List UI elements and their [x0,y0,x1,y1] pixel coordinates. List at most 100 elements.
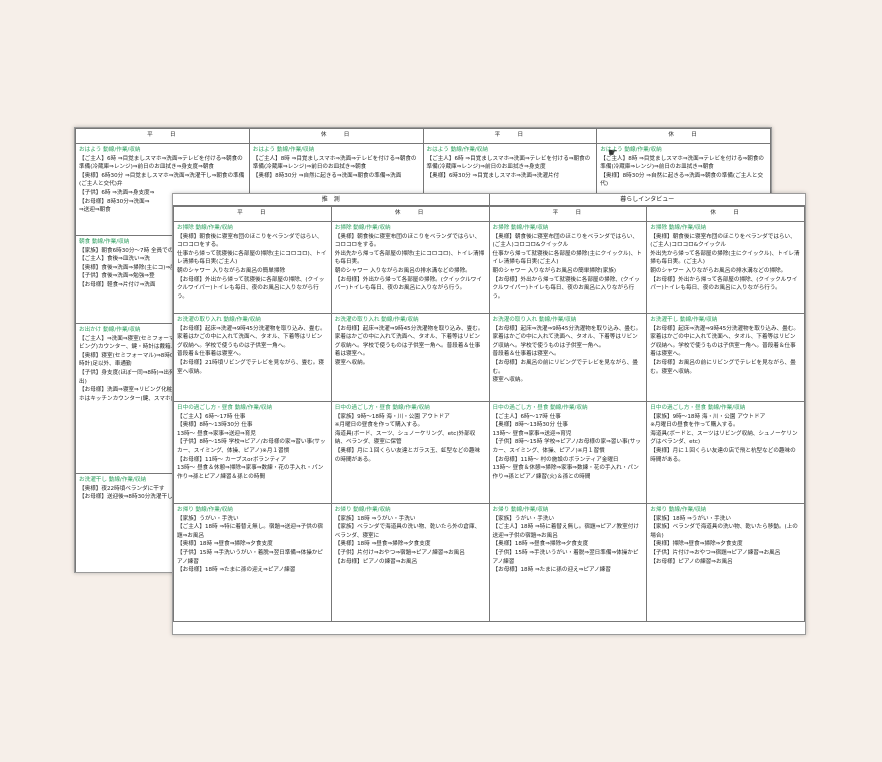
cell-text: 【子供】片付け⇒おやつ⇒宿題⇒ピアノ練習⇒お風呂 [650,549,781,556]
front-column-header: 平 日 [173,206,332,222]
cell-text: 【お母様】起床⇒洗濯⇒9時45分洗濯物を取り込み、畳む。家着はかごの中に入れて洗… [177,325,326,349]
cell-text: 【ご主人】18時 ⇒特に着替え無し。宿題⇒送迎⇒子供の宿題⇒お風呂 [177,524,324,539]
cell-text: 朝のシャワー 入りながらお風呂の排水溝などの掃除。 [334,267,471,274]
section-heading: お洗濯干し 動線/作業/収納 [650,317,718,323]
section-heading: お掃除 動線/作業/収納 [334,225,391,231]
front-table-body: お掃除 動線/作業/収納【奥様】朝食後に寝室布団のほこりをベランダではらい、コロ… [173,221,805,622]
cell-text: 【奥様】18時 ⇒昼食⇒掃除⇒夕食支度 [177,541,273,548]
cell-text: 【ご主人】18時 ⇒特に着替え無し。宿題⇒ピアノ教室付け送迎⇒子供の宿題⇒お風呂 [492,524,639,539]
cell-text: 13時～ 昼食⇒家事⇒送迎⇒育児 [492,430,572,437]
back-header-row: 平 日休 日平 日休 日 [75,128,771,144]
front-document-sheet: 推 測 暮らしインタビュー 平 日休 日平 日休 日 お掃除 動線/作業/収納【… [172,193,806,635]
section-heading: お洗濯の取り入れ 動線/作業/収納 [492,317,577,323]
cell-text: 【奥様】朝食後に寝室布団のほこりをベランダではらい、(ご主人)コロコロ&クイック… [492,233,638,249]
section-heading: お帰り 動線/作業/収納 [177,507,233,513]
section-heading: お帰り 動線/作業/収納 [334,507,391,513]
front-header-row: 平 日休 日平 日休 日 [173,206,805,222]
section-heading: 日中の過ごし方・昼食 動線/作業/収納 [177,405,273,411]
section-heading: お掃除 動線/作業/収納 [650,225,707,231]
section-heading: おはよう 動線/作業/収納 [252,147,315,153]
cell-text: 朝のシャワー 入りながらお風呂の排水溝などの掃除。 [650,267,787,274]
cell-text: 【奥様】6時30分 ⇒目覚ましスマホ⇒洗面⇒洗濯片付 [426,172,560,179]
cell-text: 朝のシャワー 入りながらお風呂の簡単掃除 [177,267,286,274]
cell-text: 【奥様】朝食後に寝室布団のほこりをベランダではらい、コロコロをする。 [177,233,323,249]
section-heading: お掃除 動線/作業/収納 [492,225,549,231]
cell-text: 【ご主人】6時～17時 仕事 [177,413,246,420]
cell-text: 【お母様】起床⇒洗濯⇒9時45分洗濯物を取り込み、畳む。家着はかごの中に入れて洗… [492,325,642,349]
back-column-header: 平 日 [422,128,598,144]
front-column-header: 休 日 [330,206,490,222]
section-heading: お帰り 動線/作業/収納 [650,507,707,513]
cell-text: 【お母様】お風呂の前にリビングでテレビを見ながら、畳む。 [492,359,638,375]
cell-text: 【お母様】外出から帰って各部屋の掃除。(クイックルワイパー)トイレも毎日、夜のお… [334,276,482,292]
cell-text: 【お母様】11時～ 村の施設のボランティア金曜日 [492,456,619,463]
front-schedule-table: 平 日休 日平 日休 日 お掃除 動線/作業/収納【奥様】朝食後に寝室布団のほこ… [173,206,805,622]
section-heading: お帰り 動線/作業/収納 [492,507,549,513]
cell-text: 【子供】15時 ⇒手洗いうがい・着脱⇒翌日準備⇒体操かピアノ練習 [492,549,639,565]
cell-text: 仕事から帰って就寝後に各部屋の掃除(主にクイックル)、トイレ清掃も毎日実(ご主人… [492,250,642,266]
caption-estimate: 推 測 [173,194,490,206]
cell-text: 【家族】9時～18時 海・川・公園 アウトドア [650,413,766,420]
cell-text: 【お母様】21時頃リビングでテレビを見ながら、畳む。寝室へ収納。 [177,359,324,375]
cell-text: 【ご主人】8時 ⇒目覚ましスマホ⇒洗面⇒テレビを付ける⇒朝食の準備(冷蔵庫⇒レン… [252,155,417,171]
section-heading: お掃除 動線/作業/収納 [177,225,233,231]
cell-text: 【家族】ベランダで海道具の洗い物、乾いたら移動。(上の場合) [650,524,798,539]
cell-text: 【お母様】外出から帰って就寝後に各部屋の掃除、(クイックルワイパー)トイレも毎日… [177,276,325,300]
cell-text: 寝室へ収納。 [334,359,369,366]
back-column-header: 休 日 [248,128,424,144]
cell-text: 【家族】18時 ⇒うがい・手洗い [334,515,416,522]
cell-text: 【奥様】8時～13時30分 仕事 [492,422,569,429]
cell-text: 【子供】片付け⇒おやつ⇒宿題⇒ピアノ練習⇒お風呂 [334,549,465,556]
cell-text: 海道具(ボードと、スーツはリビング収納、シュノーケリングはベランダ、etc) [650,430,798,446]
cell-text: 朝のシャワー 入りながらお風呂の簡単掃除(家族) [492,267,617,274]
cell-text: 【奥様】8時～13時30分 仕事 [177,422,253,429]
table-cell: お帰り 動線/作業/収納【家族】18時 ⇒うがい・手洗い【家族】ベランダで海道具… [646,503,805,622]
cell-text: 海道具(ボード、スーツ、シュノーケリング、etc)外部収納、ベランダ、寝室に保管 [334,430,476,446]
cell-text: 【子供】8時～15時 学校⇒ピアノ/お母様の家⇒習い事(サッカー、スイミング、体… [177,439,326,454]
table-cell: お帰り 動線/作業/収納 【家族】うがい・手洗い 【ご主人】18時 ⇒特に着替え無し… [488,503,648,622]
table-cell: お洗濯干し 動線/作業/収納 【お母様】起床⇒洗濯⇒9時45分洗濯物を取り込み、畳… [646,313,805,402]
section-heading: 日中の過ごし方・昼食 動線/作業/収納 [334,405,430,411]
table-cell: お洗濯の取り入れ 動線/作業/収納【お母様】起床⇒洗濯⇒9時45分洗濯物を取り込… [488,313,648,402]
section-heading: 日中の過ごし方・昼食 動線/作業/収納 [650,405,746,411]
section-heading: おはよう 動線/作業/収納 [79,147,141,153]
cell-text: 【奥様】18時 ⇒昼食⇒掃除⇒夕食支度 [492,541,589,548]
table-cell: お掃除 動線/作業/収納【奥様】朝食後に寝室布団のほこりをベランダではらい、コロ… [173,221,332,314]
table-row: お帰り 動線/作業/収納 【家族】うがい・手洗い 【ご主人】18時 ⇒特に着替え無し… [173,503,805,622]
table-cell: お掃除 動線/作業/収納【奥様】朝食後に寝室布団のほこりをベランダではらい、(ご… [488,221,648,314]
front-column-header: 平 日 [488,206,648,222]
mouse-cursor-icon: ☛ [608,146,618,159]
cell-text: 【家族】18時 ⇒うがい・手洗い [650,515,731,522]
table-row: お洗濯の取り入れ 動線/作業/収納【お母様】起床⇒洗濯⇒9時45分洗濯物を取り込… [173,313,805,402]
table-cell: お掃除 動線/作業/収納【奥様】朝食後に寝室布団のほこりをベランダではらい、(ご… [646,221,805,314]
table-row: 日中の過ごし方・昼食 動線/作業/収納 【ご主人】6時～17時 仕事 【奥様】8時～… [173,401,805,504]
cell-text: 【家族】うがい・手洗い [177,515,239,522]
table-cell: 日中の過ごし方・昼食 動線/作業/収納 【家族】9時～18時 海・川・公園 アウト… [330,401,490,504]
cell-text: 【ご主人】6時 ⇒目覚ましスマホ⇒洗面⇒テレビを付ける⇒朝食の準備(冷蔵庫⇒レン… [79,155,243,171]
caption-interview: 暮らしインタビュー [489,194,805,206]
back-column-header: 平 日 [75,128,250,144]
cell-text: 外出先から帰って各部屋の掃除(主にコロコロ)、トイレ清掃も毎日実。 [334,250,485,266]
cell-text: 13時～ 昼食＆休憩⇒掃除⇒家事⇒数練・花の手入れ・パン作り⇒孫とピアノ練習(火… [492,465,639,480]
cell-text: 【奥様】8時30分 ⇒自然に起きる⇒洗面⇒朝食の準備(ご主人と交代) [600,172,764,188]
table-cell: お帰り 動線/作業/収納 【家族】うがい・手洗い【ご主人】18時 ⇒特に着替え無し… [173,503,332,622]
section-heading: おはよう 動線/作業/収納 [600,147,662,153]
cell-text: ※月曜日の昼食を作って購入する。 [334,422,424,429]
cell-text: 【お母様】18時 ⇒たまに孫の迎え⇒ピアノ練習 [177,567,296,574]
cell-text: 13時～ 昼食⇒家事⇒送迎⇒育児 [177,430,256,437]
cell-text: 【奥様】朝食後に寝室布団のほこりをベランダではらい、コロコロをする。 [334,233,481,249]
cell-text: 【奥様】朝食後に寝室布団のほこりをベランダではらい、(ご主人)コロコロ&クイック… [650,233,796,249]
section-heading: お洗濯の取り入れ 動線/作業/収納 [177,317,261,323]
table-cell: お帰り 動線/作業/収納 【家族】18時 ⇒うがい・手洗い 【家族】ベランダで海道具… [330,503,490,622]
cell-text: 【奥様】6時30分 ⇒目覚ましスマホ⇒洗面⇒洗濯干し⇒朝食の準備(ご主人と交代)… [79,172,245,188]
cell-text: 【奥様】月に１回くらい友達とガラス玉、虹型などの趣味の時間がある。 [334,447,481,463]
cell-text: 【奥様】月に１回くらい友達の店で飛と杭型などの趣味の時間がある。 [650,447,796,463]
table-cell: お洗濯の取り入れ 動線/作業/収納 【お母様】起床⇒洗濯⇒9時45分洗濯物を取り込… [330,313,490,402]
cell-text: 普段着＆仕事着は寝室へ。 [177,351,245,358]
back-column-header: 休 日 [596,128,771,144]
table-cell: お掃除 動線/作業/収納【奥様】朝食後に寝室布団のほこりをベランダではらい、コロ… [330,221,490,314]
front-caption-row: 推 測 暮らしインタビュー [173,194,805,206]
cell-text: 【お母様】お風呂の前にリビングでテレビを見ながら、畳む。寝室へ収納。 [650,359,796,375]
cell-text: 【奥様】18時 ⇒昼食⇒掃除⇒夕食支度 [334,541,431,548]
cell-text: ※月曜日の昼食を作って購入する。 [650,422,739,429]
